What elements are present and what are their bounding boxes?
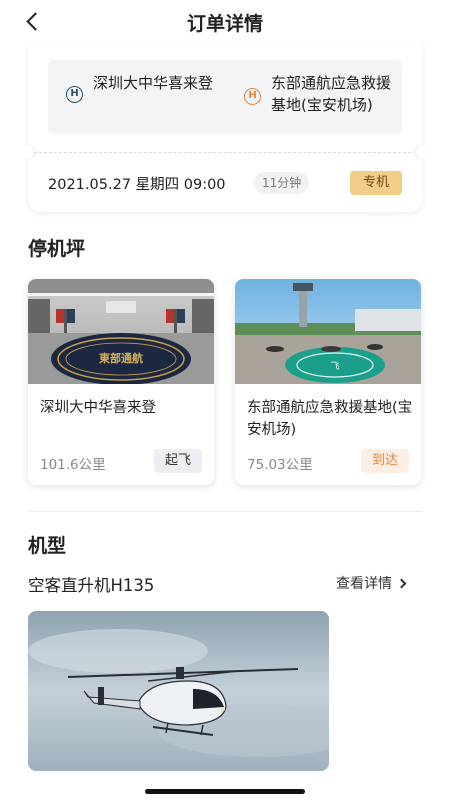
route-origin: H 深圳大中华喜来登 <box>66 72 216 103</box>
model-section-title: 机型 <box>28 535 67 557</box>
view-details-label: 查看详情 <box>336 576 392 592</box>
aircraft-model-name: 空客直升机H135 <box>28 576 155 595</box>
takeoff-tag: 起飞 <box>154 449 202 473</box>
pad-photo-hotel: 東部通航 <box>28 279 214 384</box>
pad-distance: 75.03公里 <box>247 457 313 473</box>
pad-name: 东部通航应急救援基地(宝安机场) <box>247 400 413 438</box>
arrival-tag: 到达 <box>361 449 409 473</box>
section-divider <box>28 511 422 512</box>
pad-distance: 101.6公里 <box>40 457 106 473</box>
helicopter-photo[interactable] <box>28 611 329 771</box>
flight-type-badge: 专机 <box>350 171 402 195</box>
helipad-origin-icon: H <box>66 86 83 103</box>
home-indicator[interactable] <box>145 789 305 794</box>
chevron-right-icon <box>396 578 407 589</box>
route-destination: H 东部通航应急救援基地(宝安机场) <box>244 72 394 116</box>
ticket-divider <box>34 152 416 153</box>
flight-duration-badge: 11分钟 <box>254 172 310 194</box>
destination-name: 东部通航应急救援基地(宝安机场) <box>271 74 392 114</box>
pad-logo-text: 東部通航 <box>99 351 143 365</box>
order-summary-card: H 深圳大中华喜来登 H 东部通航应急救援基地(宝安机场) 2021.05.27… <box>20 42 430 212</box>
ticket-notch-right <box>414 144 430 160</box>
flight-datetime: 2021.05.27 星期四 09:00 <box>48 177 226 193</box>
pad-card-takeoff[interactable]: 東部通航 深圳大中华喜来登 101.6公里 起飞 <box>28 279 214 485</box>
view-details-link[interactable]: 查看详情 <box>336 573 407 593</box>
pad-marking-text: 飞 <box>330 361 339 372</box>
pad-name: 深圳大中华喜来登 <box>40 400 156 416</box>
helipad-destination-icon: H <box>244 88 261 105</box>
route-box: H 深圳大中华喜来登 H 东部通航应急救援基地(宝安机场) <box>48 60 402 134</box>
origin-name: 深圳大中华喜来登 <box>93 74 214 92</box>
pad-photo-airport: 飞 <box>235 279 421 384</box>
pad-card-arrival[interactable]: 飞 东部通航应急救援基地(宝安机场) 75.03公里 到达 <box>235 279 421 485</box>
page-title: 订单详情 <box>186 13 263 35</box>
top-nav-bar: 订单详情 <box>0 0 450 42</box>
pads-section-title: 停机坪 <box>28 238 86 260</box>
